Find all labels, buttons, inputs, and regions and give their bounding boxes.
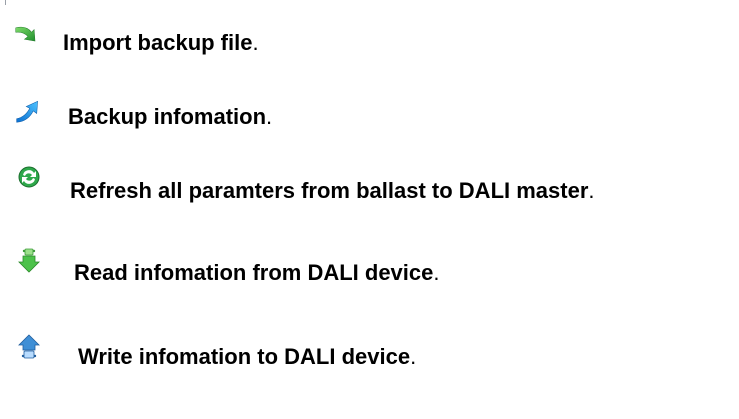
item-period: . xyxy=(266,104,273,129)
item-text: Write infomation to DALI device. xyxy=(78,344,416,370)
list-item-read-device: Read infomation from DALI device. xyxy=(0,248,739,286)
list-item-backup-info: Backup infomation. xyxy=(0,94,739,130)
list-item-write-device: Write infomation to DALI device. xyxy=(0,334,739,370)
item-text: Import backup file. xyxy=(63,30,259,56)
item-label: Refresh all paramters from ballast to DA… xyxy=(70,178,589,203)
document-page: Import backup file. Backup infomation. R… xyxy=(0,0,739,419)
backup-arrow-icon xyxy=(14,96,42,124)
read-device-icon xyxy=(17,248,41,274)
item-label: Import backup file xyxy=(63,30,253,55)
import-arrow-icon xyxy=(14,20,42,48)
item-period: . xyxy=(410,344,417,369)
list-item-import-backup: Import backup file. xyxy=(0,18,739,56)
list-item-refresh-params: Refresh all paramters from ballast to DA… xyxy=(0,165,739,204)
write-device-icon xyxy=(17,334,41,360)
item-text: Refresh all paramters from ballast to DA… xyxy=(70,178,595,204)
item-label: Write infomation to DALI device xyxy=(78,344,411,369)
item-period: . xyxy=(588,178,595,203)
item-period: . xyxy=(252,30,259,55)
item-period: . xyxy=(433,260,440,285)
refresh-icon xyxy=(17,165,41,189)
item-label: Backup infomation xyxy=(68,104,267,129)
item-label: Read infomation from DALI device xyxy=(74,260,434,285)
item-text: Read infomation from DALI device. xyxy=(74,260,440,286)
item-text: Backup infomation. xyxy=(68,104,272,130)
divider-mark xyxy=(5,0,6,5)
